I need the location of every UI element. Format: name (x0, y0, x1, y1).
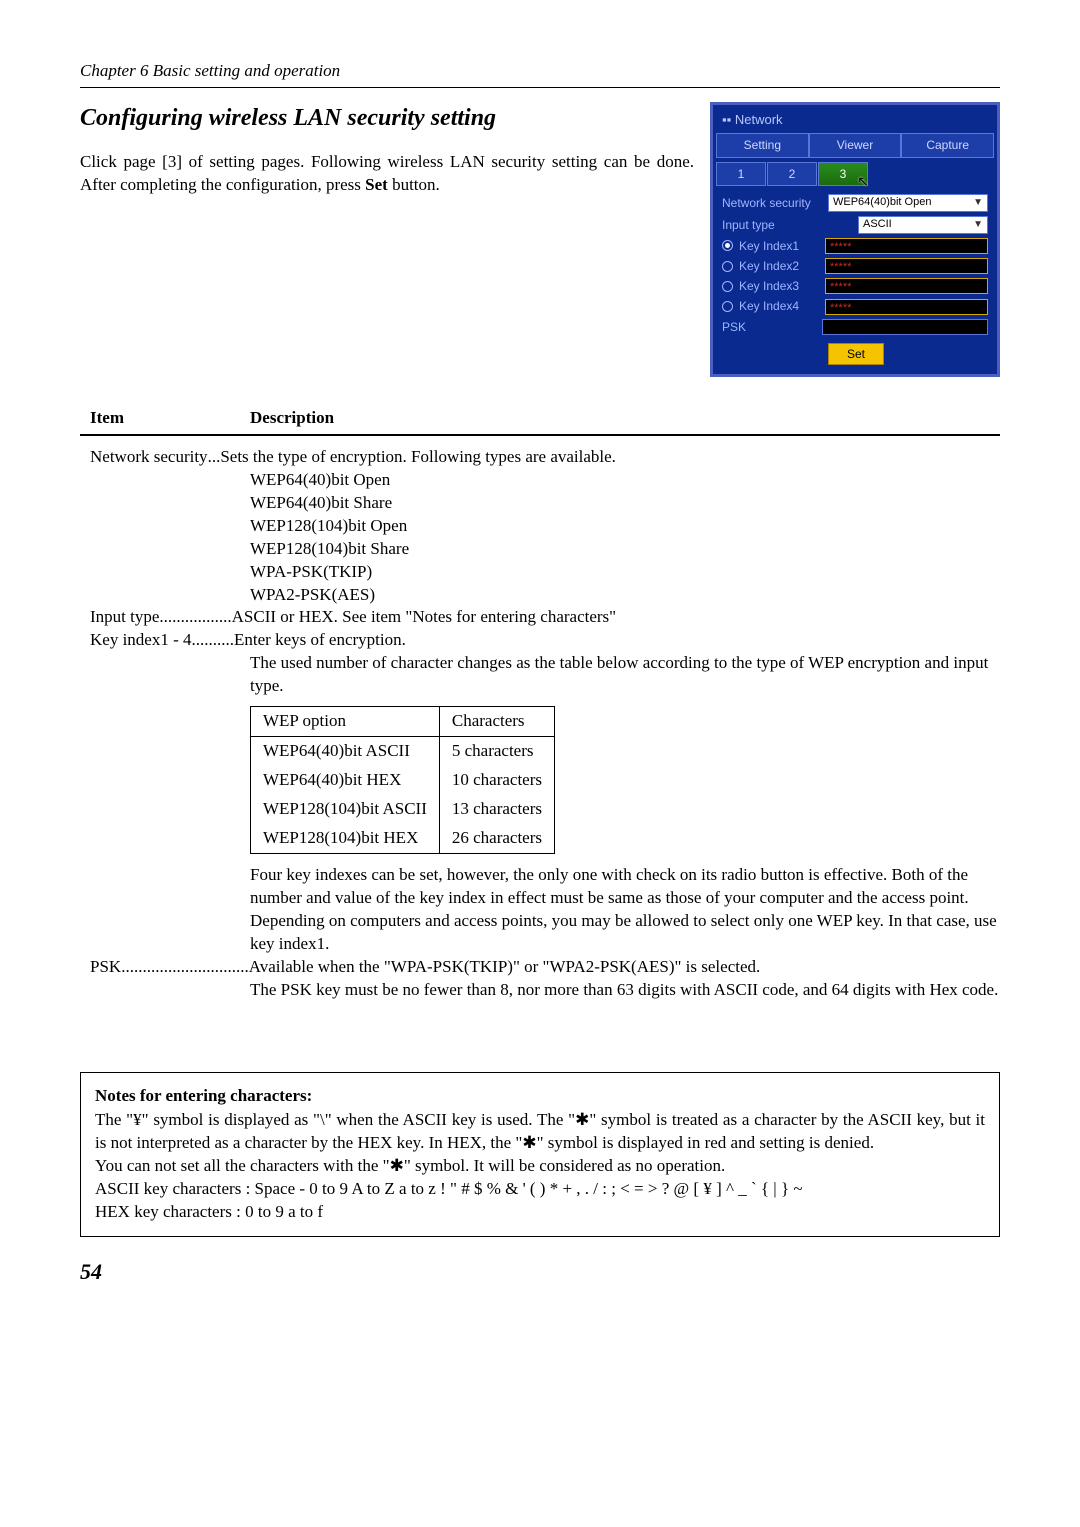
psk-key: PSK (90, 956, 121, 979)
row-network-security: Network security ...Sets the type of enc… (80, 446, 1000, 469)
grid-icon: ▪▪ (722, 112, 735, 127)
ki-para-text: The used number of character changes as … (250, 652, 1000, 698)
key-index-1-input[interactable]: ***** (825, 238, 988, 254)
key-index-4-label: Key Index4 (739, 298, 819, 314)
key-index-3-input[interactable]: ***** (825, 278, 988, 294)
ki-after-1: Four key indexes can be set, however, th… (250, 864, 1000, 910)
psk-label: PSK (722, 319, 816, 335)
subtab-3-label: 3 (840, 167, 847, 181)
wep-r0-c1: 5 characters (439, 737, 554, 766)
network-security-label: Network security (722, 195, 822, 211)
wep-r3-c0: WEP128(104)bit HEX (251, 824, 440, 853)
psk-dots: .............................. (121, 956, 249, 979)
panel-main-tabs: Setting Viewer Capture (716, 133, 994, 157)
wep-table: WEP option Characters WEP64(40)bit ASCII… (250, 706, 555, 854)
notes-p2: You can not set all the characters with … (95, 1155, 985, 1178)
key-index-3-radio[interactable] (722, 281, 733, 292)
subtab-2[interactable]: 2 (767, 162, 817, 186)
key-index-2-radio[interactable] (722, 261, 733, 272)
ns-desc: Sets the type of encryption. Following t… (220, 446, 616, 469)
wep-h2: Characters (439, 707, 554, 737)
key-index-1-label: Key Index1 (739, 238, 819, 254)
ki-key: Key index1 - 4 (90, 629, 192, 652)
panel-sub-tabs: 1 2 3 ↖ (716, 162, 994, 186)
row-psk: PSK..............................Availab… (80, 956, 1000, 979)
it-dots: ................. (159, 606, 231, 629)
header-rule (80, 87, 1000, 88)
ns-key: Network security (90, 446, 208, 469)
header-item: Item (90, 407, 250, 430)
intro-set-word: Set (365, 175, 388, 194)
psk-para-block: The PSK key must be no fewer than 8, nor… (80, 979, 1000, 1002)
row-input-type: Input type.................ASCII or HEX.… (80, 606, 1000, 629)
tab-viewer[interactable]: Viewer (809, 133, 902, 157)
psk-desc: Available when the "WPA-PSK(TKIP)" or "W… (249, 956, 761, 979)
ns-type-3: WEP128(104)bit Share (250, 538, 1000, 561)
ki-desc: Enter keys of encryption. (234, 629, 406, 652)
ns-dots: ... (208, 446, 221, 469)
ki-after-block: Four key indexes can be set, however, th… (80, 864, 1000, 956)
section-title: Configuring wireless LAN security settin… (80, 102, 694, 134)
input-type-label: Input type (722, 217, 822, 233)
notes-box: Notes for entering characters: The "¥" s… (80, 1072, 1000, 1238)
input-type-select[interactable]: ASCII ▼ (858, 216, 988, 234)
wep-r1-c0: WEP64(40)bit HEX (251, 766, 440, 795)
wep-r2-c0: WEP128(104)bit ASCII (251, 795, 440, 824)
intro-paragraph: Click page [3] of setting pages. Followi… (80, 151, 694, 197)
set-button[interactable]: Set (828, 343, 884, 365)
subtab-3[interactable]: 3 ↖ (818, 162, 868, 186)
wep-r3-c1: 26 characters (439, 824, 554, 853)
input-type-value: ASCII (863, 217, 892, 232)
key-index-4-input[interactable]: ***** (825, 299, 988, 315)
chevron-down-icon: ▼ (973, 196, 983, 210)
key-index-4-radio[interactable] (722, 301, 733, 312)
notes-title: Notes for entering characters: (95, 1085, 985, 1108)
panel-title: ▪▪ Network (716, 108, 994, 132)
ns-type-1: WEP64(40)bit Share (250, 492, 1000, 515)
wep-r1-c1: 10 characters (439, 766, 554, 795)
ns-type-2: WEP128(104)bit Open (250, 515, 1000, 538)
psk-para-text: The PSK key must be no fewer than 8, nor… (250, 979, 1000, 1002)
wep-r0-c0: WEP64(40)bit ASCII (251, 737, 440, 766)
panel-title-text: Network (735, 112, 783, 127)
notes-p3: ASCII key characters : Space - 0 to 9 A … (95, 1178, 985, 1201)
header-desc: Description (250, 407, 334, 430)
network-security-select[interactable]: WEP64(40)bit Open ▼ (828, 194, 988, 212)
network-security-value: WEP64(40)bit Open (833, 195, 931, 210)
ns-type-0: WEP64(40)bit Open (250, 469, 1000, 492)
notes-p1: The "¥" symbol is displayed as "\" when … (95, 1109, 985, 1155)
key-index-2-input[interactable]: ***** (825, 258, 988, 274)
row-key-index: Key index1 - 4..........Enter keys of en… (80, 629, 1000, 652)
table-header-rule (80, 434, 1000, 436)
cursor-icon: ↖ (857, 172, 869, 191)
ki-after-2: Depending on computers and access points… (250, 910, 1000, 956)
tab-capture[interactable]: Capture (901, 133, 994, 157)
it-key: Input type (90, 606, 159, 629)
key-index-2-label: Key Index2 (739, 258, 819, 274)
page-number: 54 (80, 1257, 1000, 1287)
ki-dots: .......... (192, 629, 235, 652)
wep-r2-c1: 13 characters (439, 795, 554, 824)
ns-types-list: WEP64(40)bit Open WEP64(40)bit Share WEP… (80, 469, 1000, 607)
tab-setting[interactable]: Setting (716, 133, 809, 157)
intro-text-2: button. (388, 175, 440, 194)
chevron-down-icon: ▼ (973, 218, 983, 232)
subtab-1[interactable]: 1 (716, 162, 766, 186)
key-index-3-label: Key Index3 (739, 278, 819, 294)
ns-type-4: WPA-PSK(TKIP) (250, 561, 1000, 584)
notes-p4: HEX key characters : 0 to 9 a to f (95, 1201, 985, 1224)
psk-input[interactable] (822, 319, 988, 335)
it-desc: ASCII or HEX. See item "Notes for enteri… (232, 606, 616, 629)
ns-type-5: WPA2-PSK(AES) (250, 584, 1000, 607)
item-desc-header: Item Description (80, 407, 1000, 430)
wep-h1: WEP option (251, 707, 440, 737)
chapter-header: Chapter 6 Basic setting and operation (80, 60, 1000, 83)
key-index-1-radio[interactable] (722, 240, 733, 251)
ki-paragraph: The used number of character changes as … (80, 652, 1000, 698)
network-panel: ▪▪ Network Setting Viewer Capture 1 2 3 … (710, 102, 1000, 377)
